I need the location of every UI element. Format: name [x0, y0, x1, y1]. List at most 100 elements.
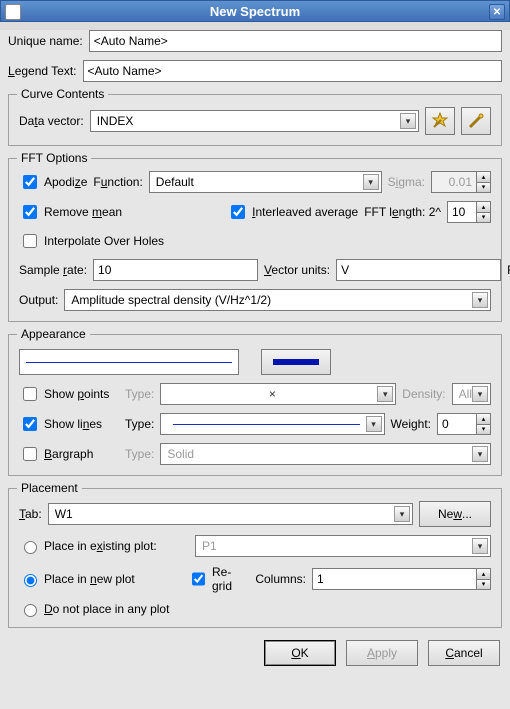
function-combo[interactable]: Default ▾: [149, 171, 382, 193]
density-label: Density:: [402, 387, 445, 401]
apodize-checkbox-input[interactable]: [23, 175, 37, 189]
output-label: Output:: [19, 293, 58, 307]
data-vector-value: INDEX: [97, 114, 134, 128]
point-type-label: Type:: [125, 387, 154, 401]
sample-rate-label: Sample rate:: [19, 263, 87, 277]
donot-place-radio-input[interactable]: [24, 604, 37, 617]
data-vector-combo[interactable]: INDEX ▾: [90, 110, 419, 132]
bargraph-type-combo: Solid ▾: [160, 443, 491, 465]
show-points-input[interactable]: [23, 387, 37, 401]
columns-spin-buttons[interactable]: ▴▾: [477, 568, 491, 590]
titlebar: New Spectrum ✕: [0, 0, 510, 22]
donot-place-label: Do not place in any plot: [44, 602, 169, 616]
existing-plot-combo: P1 ▾: [195, 535, 491, 557]
chevron-down-icon: ▾: [400, 113, 416, 129]
interleaved-checkbox[interactable]: Interleaved average: [227, 202, 358, 222]
columns-spin[interactable]: ▴▾: [312, 568, 491, 590]
regrid-input[interactable]: [192, 572, 205, 586]
fft-length-input[interactable]: [447, 201, 477, 223]
existing-plot-radio-input[interactable]: [24, 541, 37, 554]
bargraph-type-label: Type:: [125, 447, 154, 461]
point-type-combo: × ▾: [160, 383, 396, 405]
columns-input[interactable]: [312, 568, 477, 590]
wizard-edit-vector-button[interactable]: [461, 107, 491, 135]
tab-combo[interactable]: W1 ▾: [48, 503, 413, 525]
app-icon: [5, 4, 21, 20]
existing-plot-value: P1: [202, 539, 217, 553]
line-type-preview: [173, 424, 359, 425]
line-type-combo[interactable]: ▾: [160, 413, 384, 435]
interleaved-label: Interleaved average: [252, 205, 358, 219]
placement-group: Placement Tab: W1 ▾ New... Place in exis…: [8, 488, 502, 628]
weight-input[interactable]: [437, 413, 477, 435]
placement-title: Placement: [17, 481, 82, 495]
weight-spin[interactable]: ▴▾: [437, 413, 491, 435]
new-plot-radio[interactable]: Place in new plot: [19, 571, 182, 587]
close-button[interactable]: ✕: [489, 4, 505, 20]
curve-contents-group: Curve Contents Data vector: INDEX ▾: [8, 94, 502, 146]
weight-spin-buttons[interactable]: ▴▾: [477, 413, 491, 435]
sigma-input: [431, 171, 477, 193]
columns-label: Columns:: [255, 572, 306, 586]
show-points-label: Show points: [44, 387, 109, 401]
legend-text-input[interactable]: [83, 60, 502, 82]
wand-star-icon: [431, 112, 449, 130]
sample-rate-input[interactable]: [93, 259, 258, 281]
weight-label: Weight:: [391, 417, 431, 431]
wizard-new-vector-button[interactable]: [425, 107, 455, 135]
regrid-checkbox[interactable]: Re-grid: [188, 565, 250, 593]
sigma-spin: ▴▾: [431, 171, 491, 193]
show-points-checkbox[interactable]: Show points: [19, 384, 119, 404]
legend-text-label: Legend Text:: [8, 64, 77, 78]
fft-length-spin[interactable]: ▴▾: [447, 201, 491, 223]
function-label: Function:: [93, 175, 142, 189]
chevron-down-icon: ▾: [377, 386, 393, 402]
chevron-down-icon: ▾: [472, 292, 488, 308]
new-tab-button[interactable]: New...: [419, 501, 491, 527]
interpolate-input[interactable]: [23, 234, 37, 248]
donot-place-radio[interactable]: Do not place in any plot: [19, 601, 169, 617]
bargraph-input[interactable]: [23, 447, 37, 461]
fft-options-group: FFT Options Apodize Function: Default ▾ …: [8, 158, 502, 322]
tab-label: Tab:: [19, 507, 42, 521]
function-value: Default: [156, 175, 194, 189]
show-lines-checkbox[interactable]: Show lines: [19, 414, 119, 434]
chevron-down-icon: ▾: [472, 386, 488, 402]
appearance-title: Appearance: [17, 327, 90, 341]
fft-options-title: FFT Options: [17, 151, 91, 165]
button-bar: OK Apply Cancel: [8, 640, 502, 666]
vector-units-input[interactable]: [336, 259, 501, 281]
data-vector-label: Data vector:: [19, 114, 84, 128]
new-plot-radio-input[interactable]: [24, 574, 37, 587]
density-value: All: [459, 387, 472, 401]
line-color-button[interactable]: [261, 349, 331, 375]
interleaved-input[interactable]: [231, 205, 245, 219]
color-swatch: [273, 359, 319, 365]
appearance-group: Appearance Show points Type: × ▾ Density…: [8, 334, 502, 476]
existing-plot-radio[interactable]: Place in existing plot:: [19, 538, 189, 554]
bargraph-label: Bargraph: [44, 447, 93, 461]
remove-mean-input[interactable]: [23, 205, 37, 219]
fft-length-label: FFT length: 2^: [364, 205, 441, 219]
chevron-down-icon: ▾: [394, 506, 410, 522]
new-plot-label: Place in new plot: [44, 572, 135, 586]
wand-icon: [467, 112, 485, 130]
cancel-button[interactable]: Cancel: [428, 640, 500, 666]
apodize-checkbox[interactable]: Apodize: [19, 172, 87, 192]
chevron-down-icon: ▾: [472, 538, 488, 554]
existing-plot-label: Place in existing plot:: [44, 539, 157, 553]
bargraph-checkbox[interactable]: Bargraph: [19, 444, 119, 464]
window-title: New Spectrum: [210, 4, 300, 19]
chevron-down-icon: ▾: [472, 446, 488, 462]
remove-mean-checkbox[interactable]: Remove mean: [19, 202, 122, 222]
output-combo[interactable]: Amplitude spectral density (V/Hz^1/2) ▾: [64, 289, 491, 311]
ok-button[interactable]: OK: [264, 640, 336, 666]
unique-name-input[interactable]: [89, 30, 502, 52]
interpolate-checkbox[interactable]: Interpolate Over Holes: [19, 231, 164, 251]
fft-length-spin-buttons[interactable]: ▴▾: [477, 201, 491, 223]
show-lines-input[interactable]: [23, 417, 37, 431]
regrid-label: Re-grid: [212, 565, 249, 593]
output-value: Amplitude spectral density (V/Hz^1/2): [71, 293, 271, 307]
apodize-label: Apodize: [44, 175, 87, 189]
point-type-value: ×: [167, 387, 377, 401]
